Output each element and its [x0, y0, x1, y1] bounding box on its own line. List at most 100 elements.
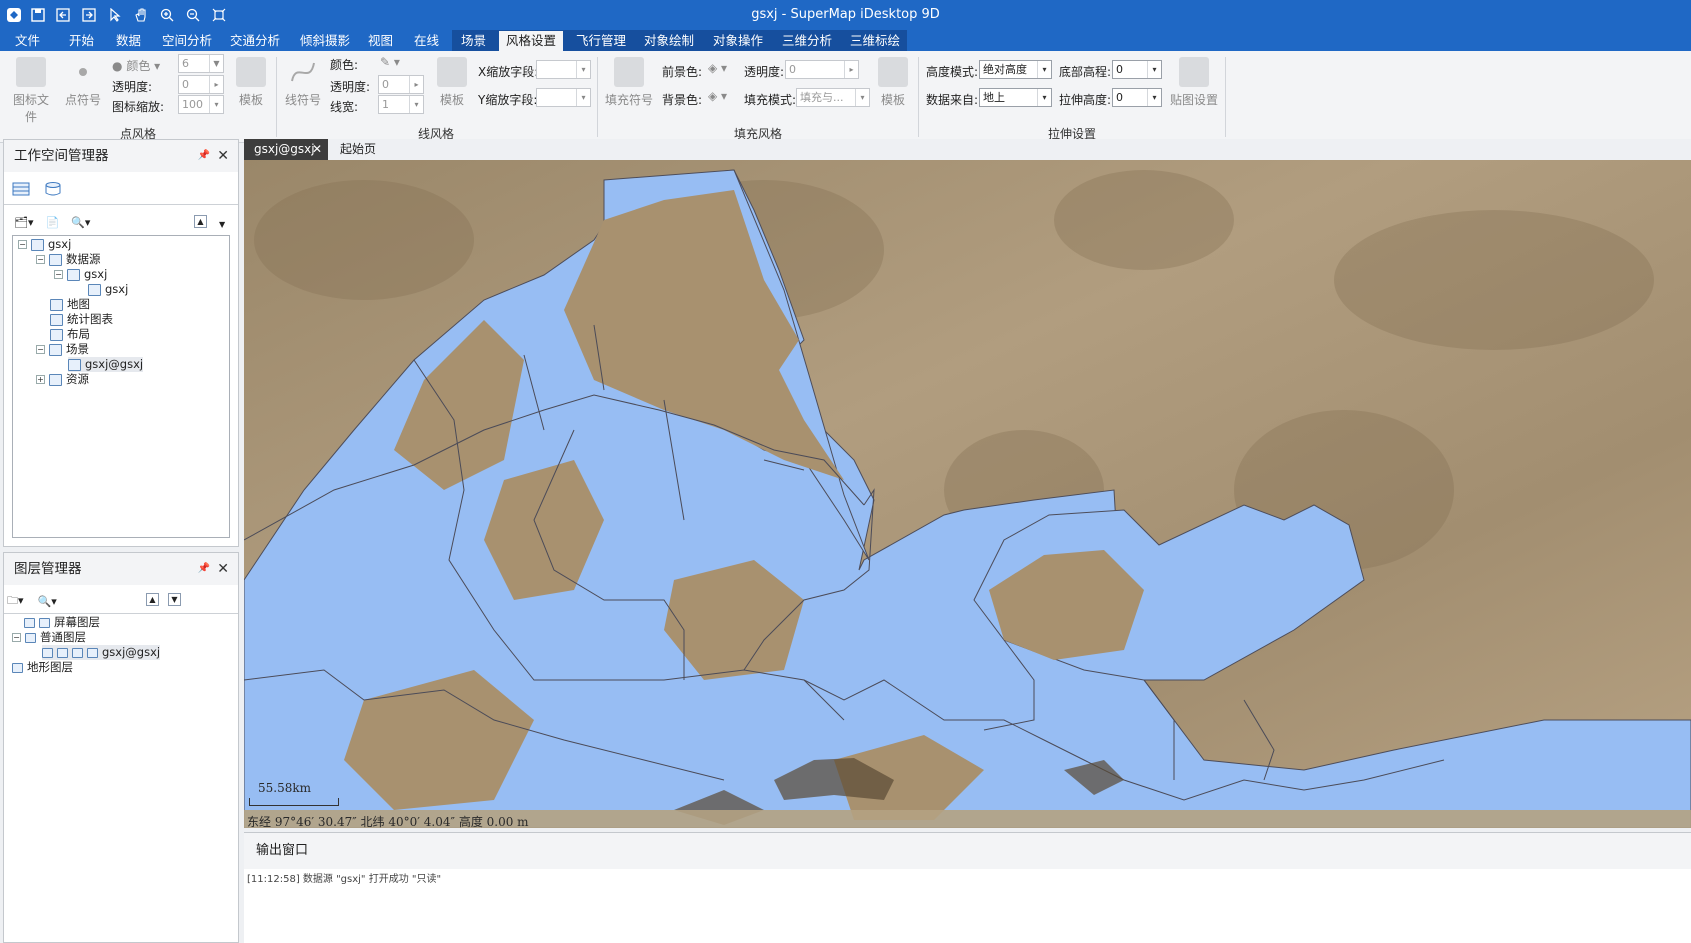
tree-item-label: 布局: [67, 327, 90, 341]
workspace-tree-item[interactable]: gsxj@gsxj: [68, 357, 144, 372]
line-width-input[interactable]: 1 ▾: [378, 95, 424, 114]
menu-tab-6[interactable]: 视图: [361, 31, 400, 51]
fill-transparency-input[interactable]: 0 ▸: [785, 60, 859, 79]
line-symbol-button[interactable]: 线符号: [280, 57, 326, 108]
pin-icon[interactable]: 📌: [198, 553, 210, 585]
menu-tab-14[interactable]: 三维标绘: [843, 31, 907, 51]
workspace-tree-item[interactable]: + 资源: [36, 372, 89, 387]
menu-tab-5[interactable]: 倾斜摄影: [293, 31, 357, 51]
workspace-tree-item[interactable]: 统计图表: [50, 312, 113, 327]
menu-tab-4[interactable]: 交通分析: [223, 31, 287, 51]
layer-tree-item[interactable]: − 普通图层: [12, 630, 86, 645]
search-icon[interactable]: 🔍▾: [71, 216, 90, 229]
menu-tab-13[interactable]: 三维分析: [775, 31, 839, 51]
x-scale-field-select[interactable]: ▾: [536, 60, 591, 79]
workspace-tree-item[interactable]: − gsxj: [54, 267, 107, 282]
scroll-up-button[interactable]: ▲: [194, 215, 207, 228]
expand-toggle-icon[interactable]: −: [36, 345, 45, 354]
y-scale-field-select[interactable]: ▾: [536, 88, 591, 107]
database-icon[interactable]: [44, 181, 62, 200]
expand-toggle-icon[interactable]: −: [18, 240, 27, 249]
line-color-label: 颜色:: [330, 58, 359, 72]
divider: [1225, 57, 1226, 137]
data-from-select[interactable]: 地上 ▾: [979, 88, 1052, 107]
scale-bar: [249, 798, 339, 806]
editable-icon[interactable]: [72, 647, 83, 658]
layer-tree-item[interactable]: 屏幕图层: [24, 615, 100, 630]
menu-tab-3[interactable]: 空间分析: [155, 31, 219, 51]
expand-toggle-icon[interactable]: −: [36, 255, 45, 264]
menu-tab-10[interactable]: 飞行管理: [569, 31, 633, 51]
menu-tab-12[interactable]: 对象操作: [706, 31, 770, 51]
charts-icon: [50, 313, 63, 326]
fill-symbol-button[interactable]: 填充符号: [604, 57, 654, 108]
scene-view[interactable]: [244, 160, 1691, 828]
visible-eye-icon[interactable]: [42, 647, 53, 658]
y-scale-label: Y缩放字段:: [478, 93, 538, 107]
line-template-button[interactable]: 模板: [429, 57, 475, 108]
scroll-down-button[interactable]: ▼: [219, 220, 225, 229]
menu-tab-2[interactable]: 数据: [109, 31, 148, 51]
point-color-picker[interactable]: ● 颜色 ▾: [112, 57, 160, 74]
fore-color-picker[interactable]: ◈ ▾: [708, 61, 727, 75]
menu-tab-7[interactable]: 在线: [407, 31, 446, 51]
menu-tab-1[interactable]: 开始: [62, 31, 101, 51]
tab-scene-gsxj[interactable]: gsxj@gsxj ✕: [244, 139, 328, 160]
fill-symbol-icon: [614, 57, 644, 87]
point-template-button[interactable]: 模板: [228, 57, 274, 108]
close-tab-icon[interactable]: ✕: [312, 139, 322, 160]
expand-toggle-icon[interactable]: −: [54, 270, 63, 279]
expand-toggle-icon[interactable]: +: [36, 375, 45, 384]
workspace-tree-item[interactable]: gsxj: [88, 282, 128, 297]
menu-tab-8[interactable]: 场景: [454, 31, 493, 51]
search-icon[interactable]: 🔍▾: [38, 595, 57, 608]
back-color-picker[interactable]: ◈ ▾: [708, 89, 727, 103]
layer-tree-item[interactable]: 地形图层: [12, 660, 73, 675]
menu-tab-9[interactable]: 风格设置: [499, 31, 564, 51]
workspace-view-tabs: [12, 178, 62, 202]
close-icon[interactable]: ✕: [217, 140, 229, 172]
fill-mode-select[interactable]: 填充与... ▾: [796, 88, 870, 107]
point-transparency-input[interactable]: 0 ▸: [178, 75, 224, 94]
menu-tab-11[interactable]: 对象绘制: [637, 31, 701, 51]
height-mode-select[interactable]: 绝对高度 ▾: [979, 60, 1052, 79]
point-size-input[interactable]: 6 ▼: [178, 54, 224, 73]
workspace-tree-icon[interactable]: [12, 181, 30, 200]
visible-eye-icon[interactable]: [24, 617, 35, 628]
icon-scale-input[interactable]: 100 ▾: [178, 95, 224, 114]
workspace-tree-item[interactable]: 布局: [50, 327, 90, 342]
menu-tab-0[interactable]: 文件: [8, 31, 47, 51]
icon-file-button[interactable]: 图标文件: [8, 57, 54, 125]
paint-bucket-icon: ◈: [708, 61, 718, 75]
workspace-tree-item[interactable]: − 场景: [36, 342, 89, 357]
extrude-height-input[interactable]: 0 ▾: [1112, 88, 1162, 107]
divider: [276, 57, 277, 137]
tab-start-page[interactable]: 起始页: [330, 139, 386, 160]
layer-tree-item[interactable]: gsxj@gsxj: [42, 645, 161, 660]
workspace-tree-item[interactable]: − 数据源: [36, 252, 101, 267]
workspace-tree-item[interactable]: − gsxj: [18, 237, 71, 252]
move-layer-up-button[interactable]: ▲: [146, 593, 159, 606]
selectable-icon[interactable]: [57, 647, 68, 658]
open-workspace-icon[interactable]: 🗂▾: [14, 216, 34, 229]
add-layer-icon[interactable]: 🗀▾: [7, 592, 24, 611]
region-dataset-icon: [88, 283, 101, 296]
point-symbol-button[interactable]: 点符号: [60, 57, 106, 108]
fill-template-button[interactable]: 模板: [870, 57, 916, 108]
new-datasource-icon[interactable]: 📄: [46, 216, 60, 229]
line-color-picker[interactable]: ✎ ▾: [380, 55, 400, 69]
close-icon[interactable]: ✕: [217, 553, 229, 585]
panel-header: 图层管理器 📌 ✕: [4, 553, 238, 585]
pin-icon[interactable]: 📌: [198, 140, 210, 172]
layer-label: 地形图层: [27, 660, 73, 674]
texture-settings-button[interactable]: 贴图设置: [1168, 57, 1220, 108]
expand-toggle-icon[interactable]: −: [12, 633, 21, 642]
terrain-scene[interactable]: [244, 160, 1691, 828]
divider: [918, 57, 919, 137]
move-layer-down-button[interactable]: ▼: [168, 593, 181, 606]
line-transparency-input[interactable]: 0 ▸: [378, 75, 424, 94]
bottom-altitude-input[interactable]: 0 ▾: [1112, 60, 1162, 79]
workspace-tree-item[interactable]: 地图: [50, 297, 90, 312]
fore-color-label: 前景色:: [662, 65, 703, 79]
bottom-altitude-label: 底部高程:: [1059, 65, 1112, 79]
